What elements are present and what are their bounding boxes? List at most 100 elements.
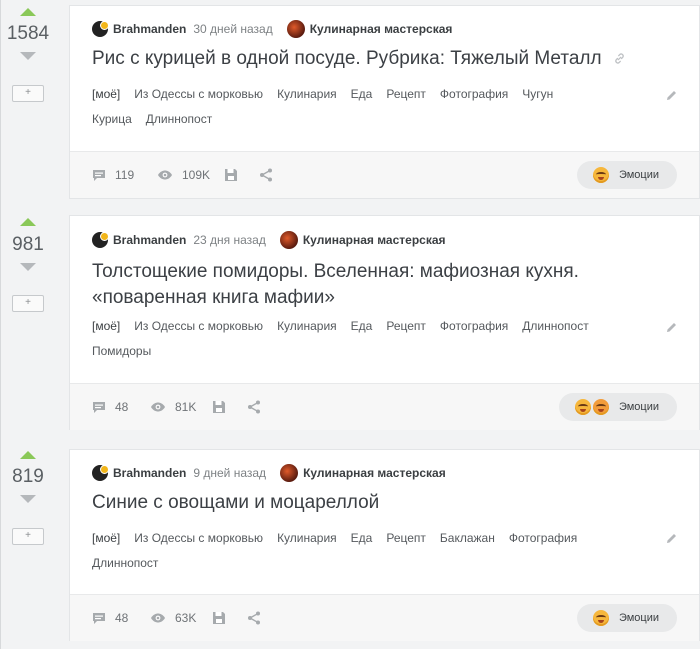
tag[interactable]: Рецепт [386,82,426,107]
community-avatar[interactable] [280,464,299,482]
comments-count: 48 [115,611,129,625]
upvote-arrow-icon[interactable] [20,451,36,459]
post-footer: 119 109K Эмоции [70,151,699,198]
downvote-arrow-icon[interactable] [20,52,36,60]
views-count: 109K [182,168,211,182]
author-name[interactable]: Brahmanden [113,466,186,480]
tag[interactable]: Баклажан [440,526,495,551]
tag[interactable]: Фотография [509,526,577,551]
community-name[interactable]: Кулинарная мастерская [303,466,446,480]
views-stat: 63K [150,595,196,641]
post-meta: Brahmanden 30 дней назад Кулинарная маст… [92,19,452,39]
tag[interactable]: Помидоры [92,339,151,364]
rating-score: 1584 [6,23,50,44]
community-name[interactable]: Кулинарная мастерская [303,233,446,247]
edit-pencil-icon[interactable] [666,89,678,101]
tag[interactable]: Длиннопост [522,314,588,339]
tag[interactable]: Курица [92,107,132,132]
tag[interactable]: Кулинария [277,82,337,107]
emotions-label: Эмоции [618,401,659,413]
tag[interactable]: Длиннопост [92,551,158,576]
downvote-arrow-icon[interactable] [20,495,36,503]
post-title-text[interactable]: Синие с овощами и моцареллой [92,492,379,513]
rating-score: 981 [12,234,44,255]
tag[interactable]: Чугун [522,82,553,107]
emotions-label: Эмоции [618,612,659,624]
post-time: 23 дня назад [193,233,266,247]
rating-score: 819 [12,466,44,487]
views-count: 63K [175,611,197,625]
tag[interactable]: Рецепт [386,526,426,551]
community-avatar[interactable] [286,20,305,38]
share-icon[interactable] [247,611,261,625]
post-title-text[interactable]: Толстощекие помидоры. Вселенная: мафиозн… [92,261,579,308]
post-title[interactable]: Синие с овощами и моцареллой [92,490,652,516]
save-floppy-icon[interactable] [212,611,226,625]
views-stat: 109K [157,152,210,198]
post-meta: Brahmanden 23 дня назад Кулинарная масте… [92,230,446,250]
save-post-button[interactable]: + [12,528,44,545]
upvote-arrow-icon[interactable] [20,8,36,16]
tag[interactable]: Еда [351,82,373,107]
tag[interactable]: [моё] [92,314,120,339]
emotions-button[interactable]: Эмоции [576,604,677,632]
save-post-button[interactable]: + [12,85,44,102]
comments-stat[interactable]: 119 [92,152,134,198]
tag[interactable]: Из Одессы с морковью [134,526,263,551]
eye-icon [151,402,165,412]
post-title-text[interactable]: Рис с курицей в одной посуде. Рубрика: Т… [92,48,602,69]
post-meta: Brahmanden 9 дней назад Кулинарная масте… [92,463,446,483]
tag[interactable]: Фотография [440,82,508,107]
emotions-button[interactable]: Эмоции [558,393,677,421]
author-name[interactable]: Brahmanden [113,233,186,247]
tag[interactable]: Кулинария [277,314,337,339]
share-icon[interactable] [247,400,261,414]
edit-pencil-icon[interactable] [666,321,678,333]
tag[interactable]: [моё] [92,526,120,551]
tag[interactable]: Рецепт [386,314,426,339]
author-name[interactable]: Brahmanden [113,22,186,36]
tag[interactable]: Длиннопост [146,107,212,132]
tag[interactable]: Из Одессы с морковью [134,82,263,107]
post-footer: 48 63K Эмоции [70,594,699,641]
post-title[interactable]: Рис с курицей в одной посуде. Рубрика: Т… [92,46,652,72]
tag[interactable]: Еда [351,314,373,339]
tag[interactable]: Из Одессы с морковью [134,314,263,339]
downvote-arrow-icon[interactable] [20,263,36,271]
share-icon[interactable] [259,168,273,182]
community-name[interactable]: Кулинарная мастерская [310,22,453,36]
author-avatar[interactable] [92,232,109,248]
post-footer: 48 81K Эмоции [70,383,699,430]
edit-pencil-icon[interactable] [666,532,678,544]
emoji-icon [592,610,609,626]
save-floppy-icon[interactable] [212,400,226,414]
emoji-icon [592,167,609,183]
post-card: Brahmanden 30 дней назад Кулинарная маст… [69,5,700,199]
tag-list: [моё] Из Одессы с морковью Кулинария Еда Рец… [92,314,652,364]
views-stat: 81K [150,384,196,430]
emotions-button[interactable]: Эмоции [576,161,677,189]
emoji-icon [592,399,609,415]
tag[interactable]: Кулинария [277,526,337,551]
comments-stat[interactable]: 48 [92,595,128,641]
comment-icon [93,612,105,624]
community-avatar[interactable] [279,231,298,249]
eye-icon [151,613,165,623]
eye-icon [158,170,172,180]
tag-list: [моё] Из Одессы с морковью Кулинария Еда Рец… [92,526,652,576]
comments-stat[interactable]: 48 [92,384,128,430]
page-left-edge [0,0,1,649]
save-floppy-icon[interactable] [224,168,238,182]
post-card: Brahmanden 9 дней назад Кулинарная масте… [69,449,700,641]
comment-icon [93,401,105,413]
tag[interactable]: Фотография [440,314,508,339]
post-title[interactable]: Толстощекие помидоры. Вселенная: мафиозн… [92,259,652,311]
save-post-button[interactable]: + [12,295,44,312]
comments-count: 119 [115,168,135,182]
link-icon[interactable] [613,52,626,65]
upvote-arrow-icon[interactable] [20,218,36,226]
author-avatar[interactable] [92,21,109,37]
tag[interactable]: [моё] [92,82,120,107]
author-avatar[interactable] [92,465,109,481]
tag[interactable]: Еда [351,526,373,551]
